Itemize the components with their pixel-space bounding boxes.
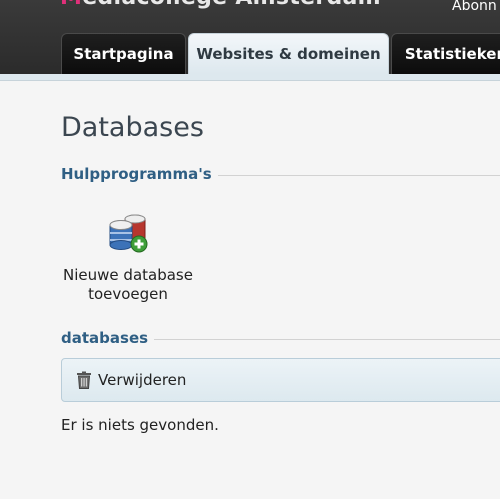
- account-link[interactable]: Abonn: [452, 0, 497, 14]
- brand-logo[interactable]: Mediacollege Amsterdam: [60, 0, 381, 10]
- delete-button[interactable]: Verwijderen: [76, 369, 186, 391]
- databases-toolbar: Verwijderen: [61, 358, 500, 402]
- tab-startpagina[interactable]: Startpagina: [61, 33, 186, 74]
- new-database-label: Nieuwe database toevoegen: [63, 266, 193, 303]
- new-database-tool[interactable]: Nieuwe database toevoegen: [61, 210, 195, 304]
- trash-icon: [77, 371, 91, 389]
- tools-section-heading: Hulpprogramma's: [61, 165, 500, 185]
- tab-websites-domeinen[interactable]: Websites & domeinen: [188, 33, 389, 74]
- tab-statistieken[interactable]: Statistieken: [391, 33, 500, 74]
- databases-section-heading: databases: [61, 329, 500, 349]
- tab-underline: [0, 74, 500, 81]
- database-add-icon: [109, 214, 148, 253]
- delete-label: Verwijderen: [98, 371, 187, 389]
- main-tabs: Startpagina Websites & domeinen Statisti…: [0, 33, 500, 74]
- empty-state-message: Er is niets gevonden.: [61, 416, 219, 434]
- top-bar: Mediacollege Amsterdam Abonn Startpagina…: [0, 0, 500, 74]
- page-title: Databases: [61, 112, 204, 143]
